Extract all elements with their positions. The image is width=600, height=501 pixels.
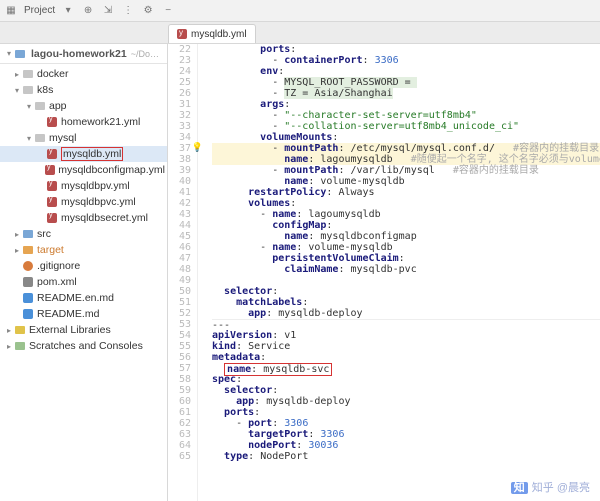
tree-node-mysqldbsecret[interactable]: mysqldbsecret.yml (0, 210, 167, 226)
tree-node-mysqldb[interactable]: mysqldb.yml (0, 146, 167, 162)
code-area[interactable]: ports: - containerPort: 3306 env: - MYSQ… (198, 44, 600, 501)
project-label: Project (24, 5, 55, 16)
tab-label: mysqldb.yml (191, 29, 247, 40)
split-icon[interactable]: ⋮ (121, 4, 135, 18)
tree-node-mysql[interactable]: ▾mysql (0, 130, 167, 146)
hide-icon[interactable]: − (161, 4, 175, 18)
project-tree-panel: ▾ lagou-homework21 ~/Documents/Java高 ▸do… (0, 44, 168, 501)
chevron-down-icon: ▾ (4, 49, 14, 58)
tree-node-target[interactable]: ▸target (0, 242, 167, 258)
code-editor[interactable]: 22232425263132333437💡3839404142434445464… (168, 44, 600, 501)
project-name: lagou-homework21 (31, 48, 127, 60)
tab-mysqldb[interactable]: mysqldb.yml (168, 24, 256, 43)
target-icon[interactable]: ⊕ (81, 4, 95, 18)
tree-node-readme[interactable]: README.md (0, 306, 167, 322)
yaml-file-icon (177, 29, 187, 39)
tree-node-scratches[interactable]: ▸Scratches and Consoles (0, 338, 167, 354)
project-root[interactable]: ▾ lagou-homework21 ~/Documents/Java高 (0, 44, 167, 64)
tree-node-mysqldbconfigmap[interactable]: mysqldbconfigmap.yml (0, 162, 167, 178)
tree-node-readme-en[interactable]: README.en.md (0, 290, 167, 306)
tree-node-src[interactable]: ▸src (0, 226, 167, 242)
project-icon: ▦ (4, 4, 18, 18)
tree-node-mysqldbpv[interactable]: mysqldbpv.yml (0, 178, 167, 194)
editor-tab-bar: mysqldb.yml (0, 22, 600, 44)
project-path: ~/Documents/Java高 (131, 47, 163, 60)
tree-node-pom[interactable]: pom.xml (0, 274, 167, 290)
collapse-icon[interactable]: ⇲ (101, 4, 115, 18)
tree-node-homework21[interactable]: homework21.yml (0, 114, 167, 130)
tree-node-docker[interactable]: ▸docker (0, 66, 167, 82)
tree-node-external[interactable]: ▸External Libraries (0, 322, 167, 338)
project-toolbar: ▦ Project ▾ ⊕ ⇲ ⋮ ⚙ − (0, 0, 600, 22)
tree-node-app[interactable]: ▾app (0, 98, 167, 114)
main-area: ▾ lagou-homework21 ~/Documents/Java高 ▸do… (0, 44, 600, 501)
dropdown-icon[interactable]: ▾ (61, 4, 75, 18)
tree-node-mysqldbpvc[interactable]: mysqldbpvc.yml (0, 194, 167, 210)
line-gutter: 22232425263132333437💡3839404142434445464… (168, 44, 198, 501)
tree-node-k8s[interactable]: ▾k8s (0, 82, 167, 98)
zhihu-logo-icon: 知 (511, 482, 528, 494)
tree-node-gitignore[interactable]: .gitignore (0, 258, 167, 274)
watermark: 知知乎 @晨亮 (511, 479, 590, 495)
project-folder-icon (15, 50, 25, 58)
tree: ▸docker ▾k8s ▾app homework21.yml ▾mysql … (0, 64, 167, 356)
gear-icon[interactable]: ⚙ (141, 4, 155, 18)
